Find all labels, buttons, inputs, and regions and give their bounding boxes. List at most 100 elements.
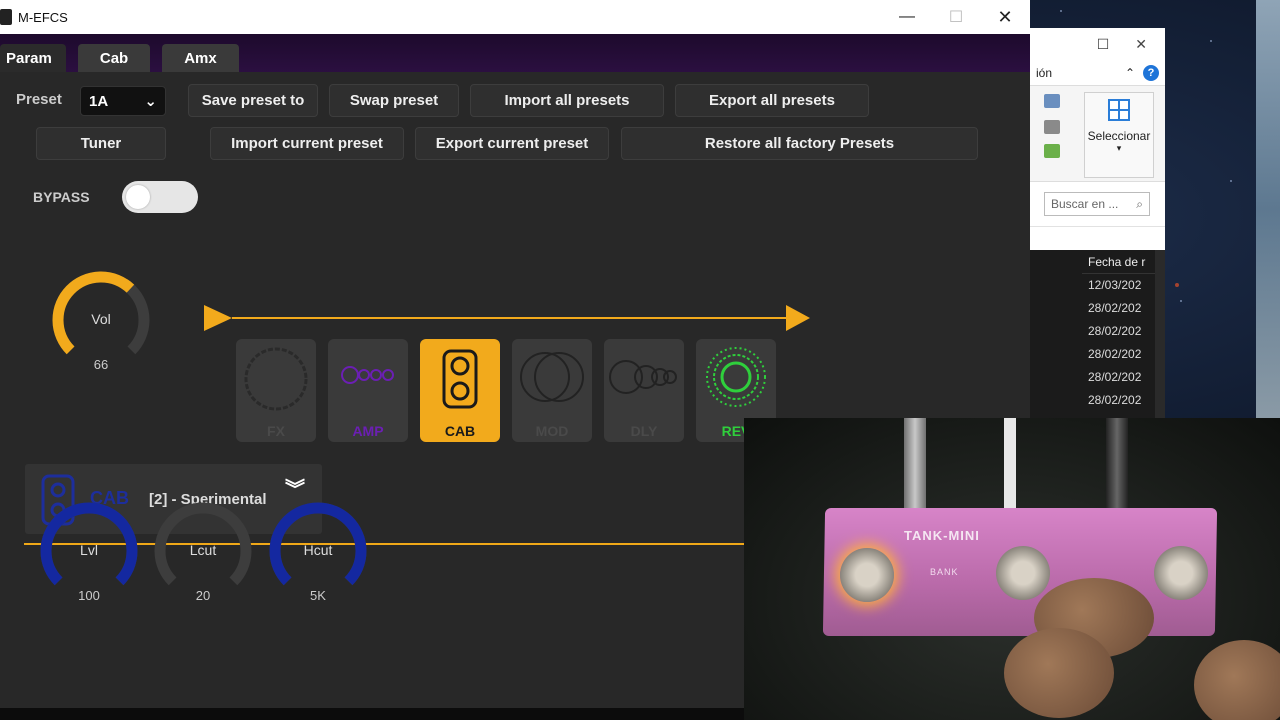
- lowcut-knob[interactable]: Lcut 20: [150, 498, 256, 608]
- preset-label: Preset: [16, 91, 62, 108]
- ribbon-tab-label[interactable]: ión: [1036, 66, 1052, 80]
- volume-knob[interactable]: Vol 66: [48, 267, 154, 377]
- explorer-ribbon-tabs: ión ⌃ ?: [1030, 60, 1165, 86]
- search-placeholder: Buscar en ...: [1051, 197, 1119, 211]
- save-preset-button[interactable]: Save preset to: [188, 84, 318, 117]
- import-all-presets-button[interactable]: Import all presets: [470, 84, 664, 117]
- level-knob-label: Lvl: [80, 542, 98, 558]
- import-current-preset-button[interactable]: Import current preset: [210, 127, 404, 160]
- date-cell: 28/02/202: [1088, 324, 1142, 338]
- level-knob-value: 100: [78, 588, 100, 603]
- chain-input-arrow: [204, 305, 232, 331]
- chain-block-mod[interactable]: MOD: [512, 339, 592, 442]
- star: [1060, 10, 1062, 12]
- explorer-titlebar: ☐ ✕: [1030, 28, 1165, 60]
- export-all-presets-button[interactable]: Export all presets: [675, 84, 869, 117]
- footswitch-a: [840, 548, 894, 602]
- fx-icon: [244, 347, 308, 411]
- hand: [1194, 640, 1280, 720]
- file-explorer-window: ☐ ✕ ión ⌃ ? Seleccionar ▾ Buscar en ... …: [1030, 28, 1165, 420]
- volume-knob-value: 66: [93, 357, 109, 372]
- minimize-icon[interactable]: —: [882, 0, 932, 34]
- history-icon[interactable]: [1044, 144, 1060, 158]
- speaker-icon: [442, 349, 478, 409]
- pedal-bank-label: BANK: [930, 567, 959, 577]
- taskbar-strip: [0, 708, 744, 720]
- star: [1175, 283, 1179, 287]
- date-cell: 12/03/202: [1088, 278, 1142, 292]
- view-icon[interactable]: [1044, 94, 1060, 108]
- chevron-up-icon[interactable]: ⌃: [1125, 66, 1135, 80]
- tab-amx[interactable]: Amx: [162, 44, 239, 72]
- preset-value: 1A: [89, 92, 109, 110]
- titlebar: M-EFCS — ☐ ✕: [0, 0, 1030, 34]
- chain-block-amp[interactable]: AMP: [328, 339, 408, 442]
- maximize-icon[interactable]: ☐: [931, 0, 981, 34]
- chain-block-fx[interactable]: FX: [236, 339, 316, 442]
- mod-icon: [520, 352, 584, 402]
- highcut-knob[interactable]: Hcut 5K: [265, 498, 371, 608]
- chain-block-fx-label: FX: [267, 423, 285, 439]
- audio-cable: [1106, 418, 1128, 512]
- tuner-button[interactable]: Tuner: [36, 127, 166, 160]
- expand-chevron-icon[interactable]: ︾: [285, 480, 305, 500]
- tab-bar: Param Cab Amx: [0, 34, 1030, 72]
- level-knob[interactable]: Lvl 100: [36, 498, 142, 608]
- background-photo-strip: [1256, 0, 1280, 418]
- explorer-ribbon: Seleccionar ▾: [1030, 86, 1165, 182]
- restore-factory-presets-button[interactable]: Restore all factory Presets: [621, 127, 978, 160]
- chain-block-cab[interactable]: CAB: [420, 339, 500, 442]
- tab-param[interactable]: Param: [0, 44, 66, 72]
- export-current-preset-button[interactable]: Export current preset: [415, 127, 609, 160]
- maximize-icon[interactable]: ☐: [1097, 36, 1110, 53]
- star: [1210, 40, 1212, 42]
- amp-icon: [341, 366, 394, 384]
- search-input[interactable]: Buscar en ... ⌕: [1044, 192, 1150, 216]
- scrollbar[interactable]: [1155, 250, 1165, 420]
- footswitch-bank: [996, 546, 1050, 600]
- webcam-video-overlay: TANK-MINI BANK: [744, 418, 1280, 720]
- volume-knob-label: Vol: [91, 311, 111, 327]
- delay-icon: [609, 360, 677, 394]
- chevron-down-icon: ⌄: [144, 93, 157, 110]
- close-icon[interactable]: ✕: [1135, 36, 1147, 53]
- swap-preset-button[interactable]: Swap preset: [329, 84, 459, 117]
- chain-block-dly[interactable]: DLY: [604, 339, 684, 442]
- bypass-toggle[interactable]: [122, 181, 198, 213]
- reverb-icon: [706, 347, 766, 407]
- footswitch-b: [1154, 546, 1208, 600]
- date-cell: 28/02/202: [1088, 301, 1142, 315]
- bypass-label: BYPASS: [33, 189, 90, 205]
- audio-cable: [904, 418, 926, 514]
- highcut-knob-value: 5K: [310, 588, 326, 603]
- chain-block-amp-label: AMP: [352, 423, 384, 439]
- window-title: M-EFCS: [18, 9, 68, 25]
- close-icon[interactable]: ✕: [980, 0, 1030, 34]
- hand: [1004, 628, 1114, 718]
- explorer-address-row: [1030, 226, 1165, 250]
- app-icon: [0, 9, 12, 25]
- chain-block-cab-label: CAB: [444, 423, 476, 439]
- chain-block-mod-label: MOD: [535, 423, 569, 439]
- date-column-header[interactable]: Fecha de r: [1082, 250, 1165, 274]
- highcut-knob-label: Hcut: [303, 542, 333, 558]
- chain-output-arrow: [786, 305, 810, 331]
- help-icon[interactable]: ?: [1143, 64, 1159, 81]
- date-cell: 28/02/202: [1088, 393, 1142, 407]
- select-button[interactable]: Seleccionar ▾: [1084, 92, 1154, 178]
- document-icon[interactable]: [1044, 120, 1060, 134]
- lowcut-knob-value: 20: [195, 588, 211, 603]
- select-icon: [1108, 99, 1130, 121]
- star: [1180, 300, 1182, 302]
- search-icon: ⌕: [1136, 196, 1143, 211]
- chevron-down-icon: ▾: [1116, 143, 1122, 153]
- lowcut-knob-label: Lcut: [189, 542, 217, 558]
- preset-select[interactable]: 1A ⌄: [80, 86, 166, 116]
- date-column: Fecha de r 12/03/202 28/02/202 28/02/202…: [1082, 250, 1165, 420]
- star: [1230, 180, 1232, 182]
- date-cell: 28/02/202: [1088, 370, 1142, 384]
- signal-chain-line: [204, 305, 810, 331]
- pedal-brand: TANK-MINI: [904, 528, 980, 543]
- select-label: Seleccionar: [1087, 129, 1151, 143]
- tab-cab[interactable]: Cab: [77, 44, 151, 72]
